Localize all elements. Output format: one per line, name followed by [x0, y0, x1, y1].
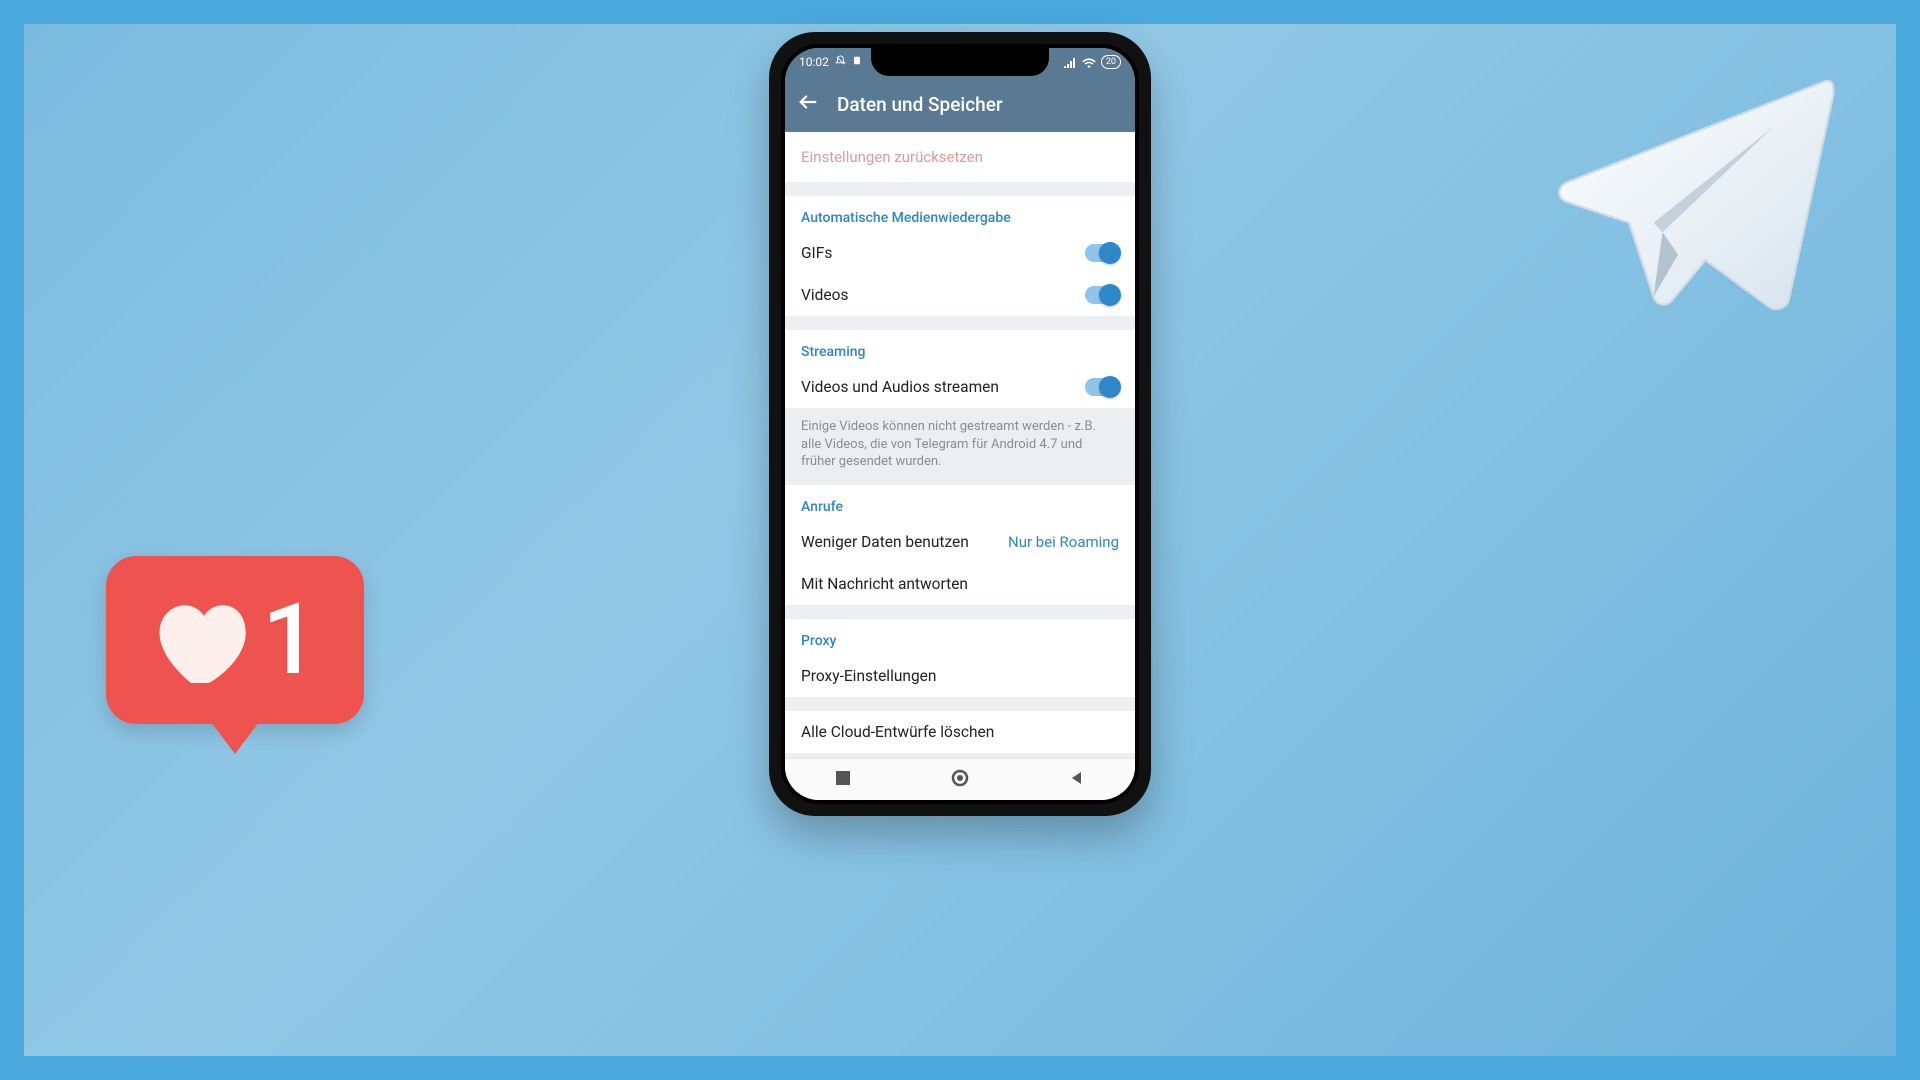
sim-icon	[852, 55, 862, 69]
reply-message-row[interactable]: Mit Nachricht antworten	[785, 563, 1135, 605]
phone-screen: 10:02	[785, 48, 1135, 800]
phone-mockup: 10:02	[769, 32, 1151, 816]
videos-label: Videos	[801, 286, 848, 304]
delete-drafts-row[interactable]: Alle Cloud-Entwürfe löschen	[785, 711, 1135, 753]
stream-toggle[interactable]	[1085, 378, 1119, 396]
page-title: Daten und Speicher	[837, 93, 1003, 116]
auto-media-heading: Automatische Medienwiedergabe	[785, 196, 1135, 232]
phone-inner: 10:02	[781, 44, 1139, 804]
back-icon[interactable]	[797, 91, 819, 117]
recents-icon[interactable]	[835, 770, 851, 790]
back-nav-icon[interactable]	[1069, 770, 1085, 790]
less-data-row[interactable]: Weniger Daten benutzen Nur bei Roaming	[785, 521, 1135, 563]
proxy-settings-row[interactable]: Proxy-Einstellungen	[785, 655, 1135, 697]
telegram-logo-icon	[1556, 76, 1836, 320]
calls-heading: Anrufe	[785, 485, 1135, 521]
auto-media-card: Automatische Medienwiedergabe GIFs Video…	[785, 196, 1135, 316]
proxy-card: Proxy Proxy-Einstellungen	[785, 619, 1135, 697]
streaming-heading: Streaming	[785, 330, 1135, 366]
status-time: 10:02	[799, 55, 829, 69]
settings-content: Einstellungen zurücksetzen Automatische …	[785, 132, 1135, 793]
delete-drafts-label: Alle Cloud-Entwürfe löschen	[801, 723, 994, 741]
gifs-label: GIFs	[801, 244, 832, 262]
background-frame: 10:02	[24, 24, 1896, 1056]
less-data-label: Weniger Daten benutzen	[801, 533, 969, 551]
videos-row[interactable]: Videos	[785, 274, 1135, 316]
home-icon[interactable]	[951, 769, 969, 791]
videos-toggle[interactable]	[1085, 286, 1119, 304]
reply-message-label: Mit Nachricht antworten	[801, 575, 968, 593]
calls-card: Anrufe Weniger Daten benutzen Nur bei Ro…	[785, 485, 1135, 605]
mute-icon	[835, 55, 846, 69]
android-nav-bar	[785, 758, 1135, 800]
app-bar: Daten und Speicher	[785, 76, 1135, 132]
streaming-hint: Einige Videos können nicht gestreamt wer…	[785, 408, 1135, 485]
gifs-toggle[interactable]	[1085, 244, 1119, 262]
battery-icon: 20	[1101, 55, 1121, 69]
wifi-icon	[1082, 57, 1096, 67]
proxy-settings-label: Proxy-Einstellungen	[801, 667, 936, 685]
reset-card: Einstellungen zurücksetzen	[785, 132, 1135, 182]
reset-settings-link[interactable]: Einstellungen zurücksetzen	[785, 132, 1135, 182]
gifs-row[interactable]: GIFs	[785, 232, 1135, 274]
less-data-value: Nur bei Roaming	[1008, 533, 1119, 551]
proxy-heading: Proxy	[785, 619, 1135, 655]
like-badge: 1	[106, 556, 364, 724]
stream-label: Videos und Audios streamen	[801, 378, 999, 396]
stream-row[interactable]: Videos und Audios streamen	[785, 366, 1135, 408]
like-count: 1	[262, 591, 318, 689]
streaming-card: Streaming Videos und Audios streamen	[785, 330, 1135, 408]
heart-icon	[152, 597, 248, 683]
drafts-card: Alle Cloud-Entwürfe löschen	[785, 711, 1135, 753]
phone-notch	[871, 48, 1049, 76]
signal-icon	[1063, 57, 1077, 67]
